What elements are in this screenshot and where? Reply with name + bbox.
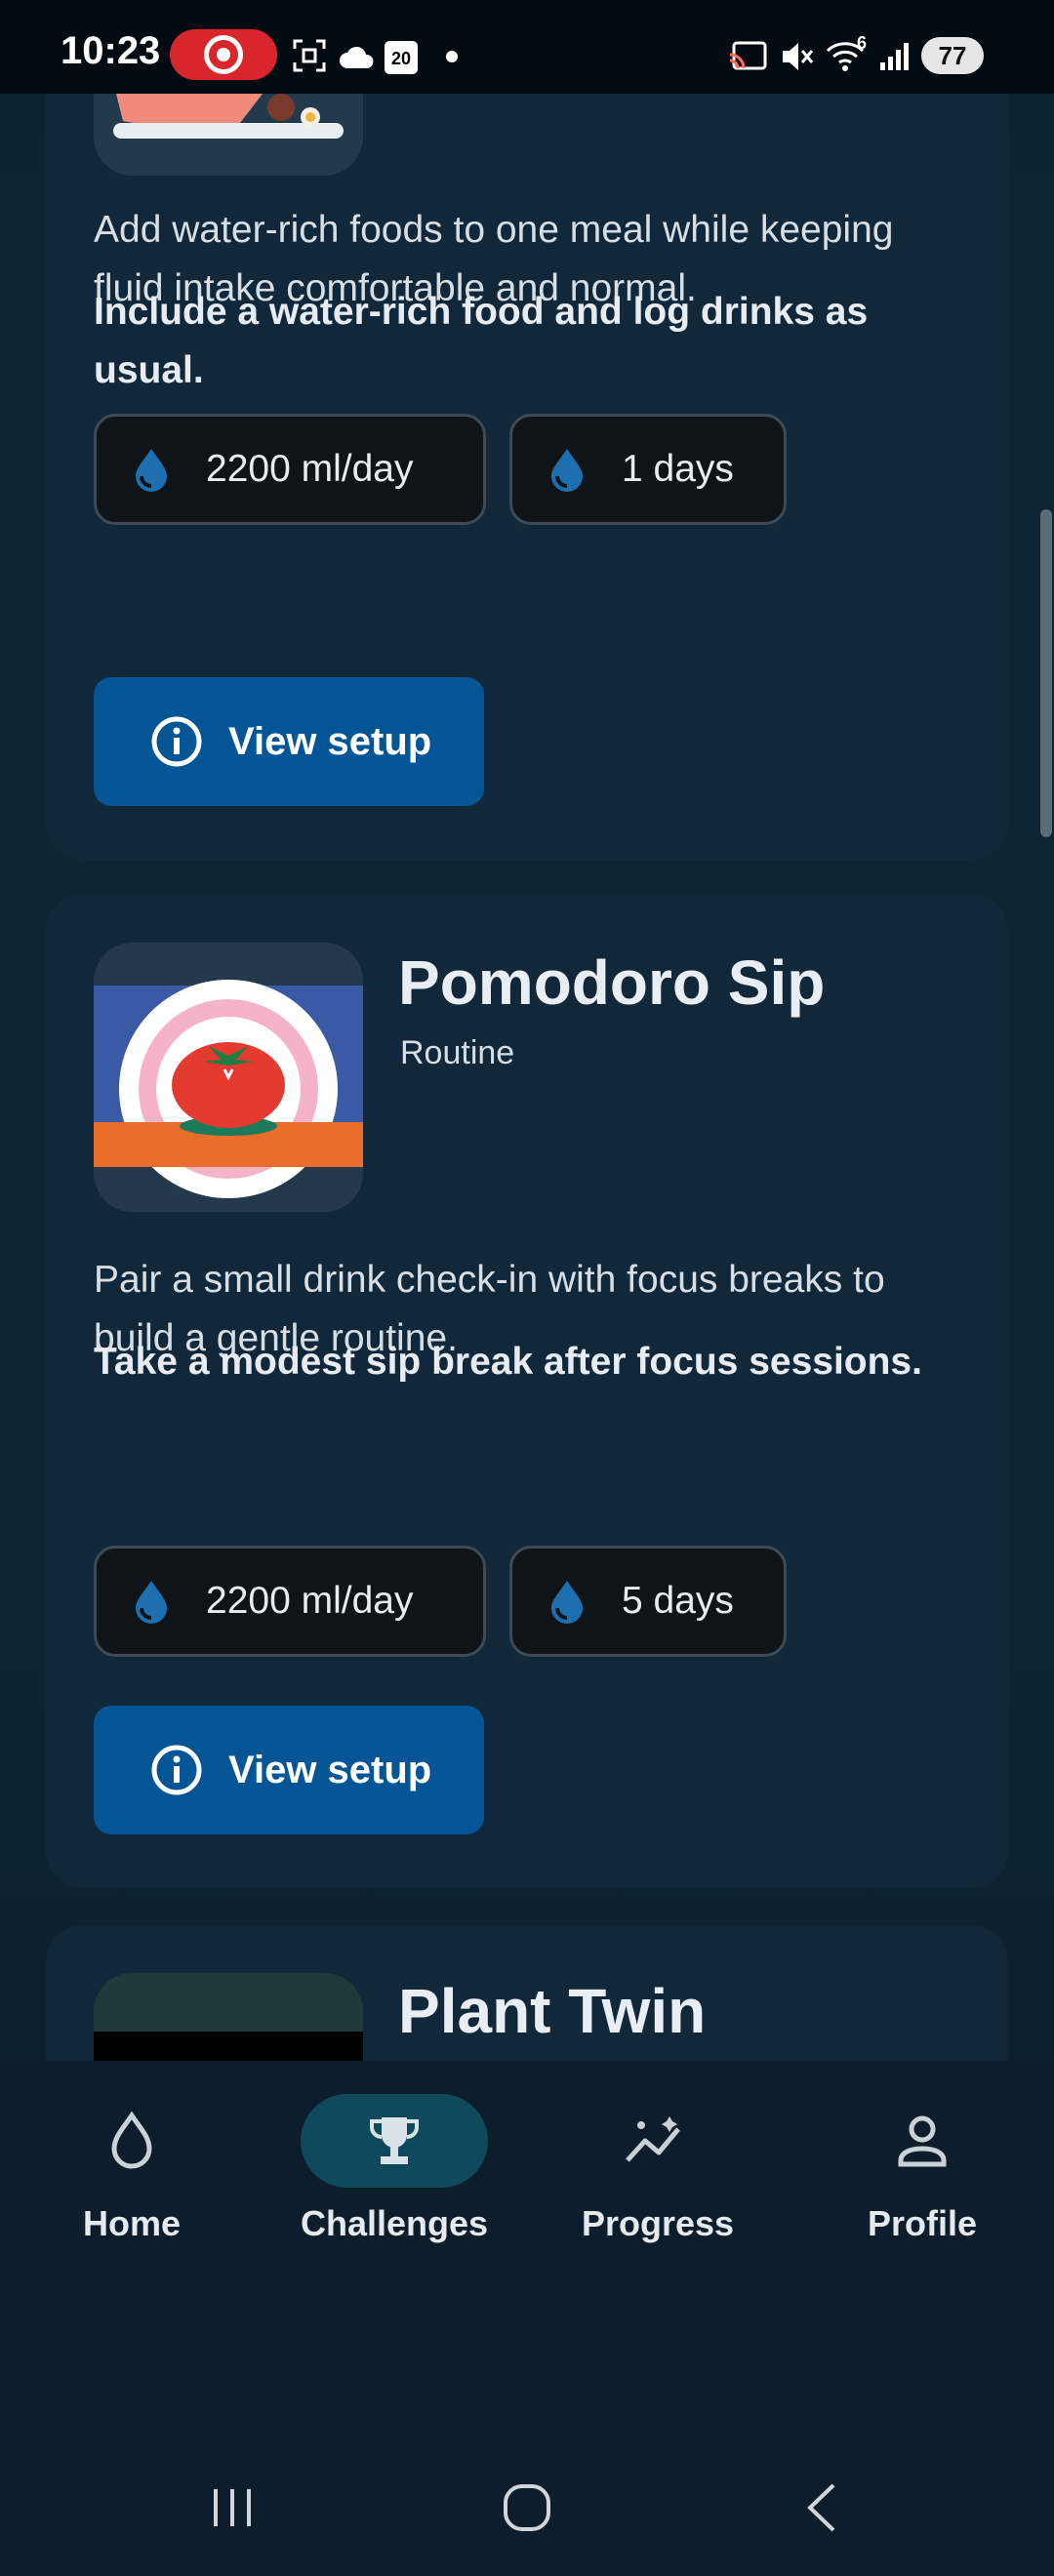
droplet-icon (111, 2112, 152, 2169)
bottom-navigation: Home Challenges Progress Profile (0, 2061, 1054, 2576)
nav-label: Progress (581, 2203, 735, 2243)
water-drop-icon (136, 1581, 167, 1624)
back-button[interactable] (783, 2469, 861, 2547)
info-icon (151, 1745, 202, 1795)
recents-icon (214, 2489, 251, 2526)
duration-chip: 1 days (509, 414, 787, 525)
challenge-goal: Take a modest sip break after focus sess… (94, 1341, 922, 1383)
info-icon (151, 716, 202, 767)
wifi-band-label: 6 (857, 33, 868, 53)
nav-label: Challenges (300, 2203, 489, 2243)
challenge-card: Add water-rich foods to one meal while k… (47, 94, 1007, 859)
duration-label: 5 days (622, 1580, 734, 1622)
calendar-icon: 20 (385, 41, 418, 74)
status-bar: 10:23 20 6 77 (0, 0, 1054, 94)
battery-indicator: 77 (921, 37, 984, 74)
mute-icon (783, 43, 814, 70)
status-time: 10:23 (61, 29, 161, 72)
trend-icon (626, 2116, 680, 2162)
weather-icon (340, 46, 374, 68)
notification-dot-icon (446, 51, 458, 62)
cell-signal-icon (880, 43, 909, 70)
daily-target-label: 2200 ml/day (206, 448, 414, 490)
nav-item-progress[interactable]: Progress (536, 2094, 780, 2270)
challenge-category: Routine (400, 1034, 515, 1071)
water-drop-icon (551, 1581, 583, 1624)
daily-target-chip: 2200 ml/day (94, 1546, 486, 1657)
person-icon (898, 2115, 947, 2167)
scrollbar-thumb[interactable] (1040, 509, 1052, 837)
water-drop-icon (136, 449, 167, 492)
screenshot-icon (293, 39, 326, 72)
challenge-card: Pomodoro Sip Routine Pair a small drink … (47, 896, 1007, 1887)
plant-illustration (94, 1973, 363, 2061)
nav-label: Home (82, 2203, 182, 2243)
nav-item-profile[interactable]: Profile (800, 2094, 1044, 2270)
cast-icon (729, 41, 767, 70)
nav-item-challenges[interactable]: Challenges (272, 2094, 516, 2270)
screen-record-indicator (170, 29, 277, 80)
challenge-image (94, 943, 363, 1212)
challenge-card: Plant Twin (47, 1926, 1007, 2061)
daily-target-chip: 2200 ml/day (94, 414, 486, 525)
view-setup-button[interactable]: View setup (94, 1706, 484, 1834)
water-drop-icon (551, 449, 583, 492)
challenge-title: Pomodoro Sip (398, 947, 826, 1018)
back-chevron-icon (807, 2483, 835, 2532)
challenge-image (94, 94, 363, 176)
nav-label: Profile (867, 2203, 978, 2243)
duration-chip: 5 days (509, 1546, 787, 1657)
view-setup-label: View setup (228, 719, 432, 763)
daily-target-label: 2200 ml/day (206, 1580, 414, 1622)
recents-button[interactable] (193, 2469, 271, 2547)
system-navigation-bar (0, 2439, 1054, 2576)
challenge-goal: Include a water-rich food and log drinks… (94, 291, 869, 391)
meal-illustration (94, 94, 363, 176)
challenge-image (94, 1973, 363, 2061)
home-circle-icon (504, 2484, 550, 2531)
nav-item-home[interactable]: Home (10, 2094, 254, 2270)
active-nav-indicator (301, 2094, 488, 2188)
duration-label: 1 days (622, 448, 734, 490)
view-setup-button[interactable]: View setup (94, 677, 484, 806)
trophy-icon (370, 2117, 419, 2164)
challenge-title: Plant Twin (398, 1976, 707, 2046)
tomato-illustration (94, 943, 363, 1212)
challenges-list[interactable]: Add water-rich foods to one meal while k… (0, 94, 1054, 2061)
home-button[interactable] (488, 2469, 566, 2547)
view-setup-label: View setup (228, 1748, 432, 1791)
